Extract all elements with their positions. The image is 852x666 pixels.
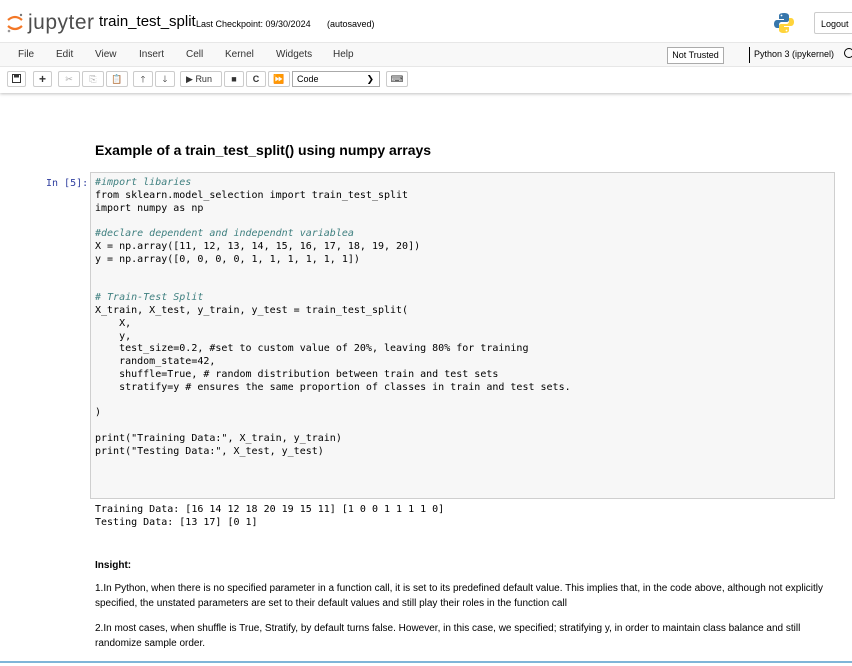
insert-cell-button[interactable]: + xyxy=(33,71,52,87)
menu-view[interactable]: View xyxy=(95,49,117,60)
notebook-header: jupyter train_test_split Last Checkpoint… xyxy=(0,0,852,93)
cell-output: Training Data: [16 14 12 18 20 19 15 11]… xyxy=(95,504,444,530)
kernel-name[interactable]: Python 3 (ipykernel) xyxy=(754,49,834,59)
keyboard-icon: ⌨ xyxy=(390,74,404,84)
jupyter-logo[interactable]: jupyter xyxy=(6,10,94,36)
code-cell-editor[interactable]: #import libaries from sklearn.model_sele… xyxy=(90,172,835,499)
menu-edit[interactable]: Edit xyxy=(56,49,73,60)
fast-forward-icon: ⏩ xyxy=(273,74,285,84)
chevron-down-icon: ❯ xyxy=(366,74,374,84)
output-line: Training Data: [16 14 12 18 20 19 15 11]… xyxy=(95,504,445,515)
play-icon: ▶ xyxy=(186,74,193,84)
code-line: # Train-Test Split xyxy=(95,292,204,304)
code-line: stratify=y # ensures the same proportion… xyxy=(95,381,571,393)
kernel-separator xyxy=(749,47,750,63)
cell-type-select[interactable]: Code ❯ xyxy=(292,71,380,87)
jupyter-logo-icon xyxy=(7,13,23,33)
logout-button[interactable]: Logout xyxy=(814,12,852,34)
paste-button[interactable]: 📋 xyxy=(106,71,128,87)
python-logo-icon xyxy=(774,13,794,33)
code-line: print("Testing Data:", X_test, y_test) xyxy=(95,445,324,457)
autosave-status: (autosaved) xyxy=(327,19,375,29)
insight-title: Insight: xyxy=(95,560,132,571)
arrow-up-icon: 🡑 xyxy=(140,74,146,84)
copy-button[interactable]: ⎘ xyxy=(82,71,104,87)
code-line: random_state=42, xyxy=(95,356,216,368)
code-line: X, xyxy=(95,317,132,329)
output-line: Testing Data: [13 17] [0 1] xyxy=(95,516,258,528)
input-prompt: In [5]: xyxy=(46,178,89,189)
restart-button[interactable]: C xyxy=(246,71,266,87)
code-text[interactable]: #import libaries from sklearn.model_sele… xyxy=(95,177,571,459)
move-down-button[interactable]: 🡓 xyxy=(155,71,175,87)
trusted-indicator[interactable]: Not Trusted xyxy=(667,47,724,64)
cell-type-value: Code xyxy=(297,74,319,84)
code-line: import numpy as np xyxy=(95,202,204,214)
next-cell-border[interactable] xyxy=(0,661,852,666)
menu-insert[interactable]: Insert xyxy=(139,49,164,60)
run-label: Run xyxy=(195,74,212,84)
stop-icon: ■ xyxy=(231,74,237,84)
code-line: test_size=0.2, #set to custom value of 2… xyxy=(95,343,529,355)
code-line: #import libaries xyxy=(95,177,192,188)
menu-file[interactable]: File xyxy=(18,49,34,60)
menu-widgets[interactable]: Widgets xyxy=(276,49,312,60)
interrupt-button[interactable]: ■ xyxy=(224,71,244,87)
kernel-idle-icon xyxy=(844,48,852,58)
menu-kernel[interactable]: Kernel xyxy=(225,49,254,60)
code-line: from sklearn.model_selection import trai… xyxy=(95,189,409,201)
code-line: print("Training Data:", X_train, y_train… xyxy=(95,432,342,444)
save-button[interactable] xyxy=(7,71,26,87)
code-line: ) xyxy=(95,407,102,419)
plus-icon: + xyxy=(38,72,46,86)
jupyter-logo-text: jupyter xyxy=(28,11,95,34)
menu-bar: File Edit View Insert Cell Kernel Widget… xyxy=(0,42,852,67)
menu-help[interactable]: Help xyxy=(333,49,354,60)
insight-paragraph-1: 1.In Python, when there is no specified … xyxy=(95,583,824,609)
floppy-icon xyxy=(12,74,21,83)
code-line: y, xyxy=(95,330,132,342)
command-palette-button[interactable]: ⌨ xyxy=(386,71,408,87)
scissors-icon: ✂ xyxy=(65,74,73,84)
cut-button[interactable]: ✂ xyxy=(58,71,80,87)
paste-icon: 📋 xyxy=(111,74,123,84)
notebook-name[interactable]: train_test_split xyxy=(99,13,196,30)
arrow-down-icon: 🡓 xyxy=(162,74,168,84)
restart-run-all-button[interactable]: ⏩ xyxy=(268,71,290,87)
code-line: X = np.array([11, 12, 13, 14, 15, 16, 17… xyxy=(95,240,421,252)
run-button[interactable]: ▶ Run xyxy=(180,71,222,87)
top-bar: jupyter train_test_split Last Checkpoint… xyxy=(0,0,852,42)
toolbar: + ✂ ⎘ 📋 🡑 🡓 ▶ Run ■ C ⏩ Code ❯ ⌨ xyxy=(0,67,852,93)
code-line: y = np.array([0, 0, 0, 0, 1, 1, 1, 1, 1,… xyxy=(95,253,360,265)
notebook-page: Example of a train_test_split() using nu… xyxy=(0,93,852,666)
code-line: shuffle=True, # random distribution betw… xyxy=(95,368,499,380)
markdown-heading: Example of a train_test_split() using nu… xyxy=(95,142,432,158)
move-up-button[interactable]: 🡑 xyxy=(133,71,153,87)
copy-icon: ⎘ xyxy=(89,74,97,84)
restart-icon: C xyxy=(252,74,260,84)
menu-cell[interactable]: Cell xyxy=(186,49,203,60)
code-line: #declare dependent and independnt variab… xyxy=(95,228,354,240)
checkpoint-status: Last Checkpoint: 09/30/2024 xyxy=(196,19,311,29)
code-line: X_train, X_test, y_train, y_test = train… xyxy=(95,304,409,316)
insight-paragraph-2: 2.In most cases, when shuffle is True, S… xyxy=(95,623,801,649)
